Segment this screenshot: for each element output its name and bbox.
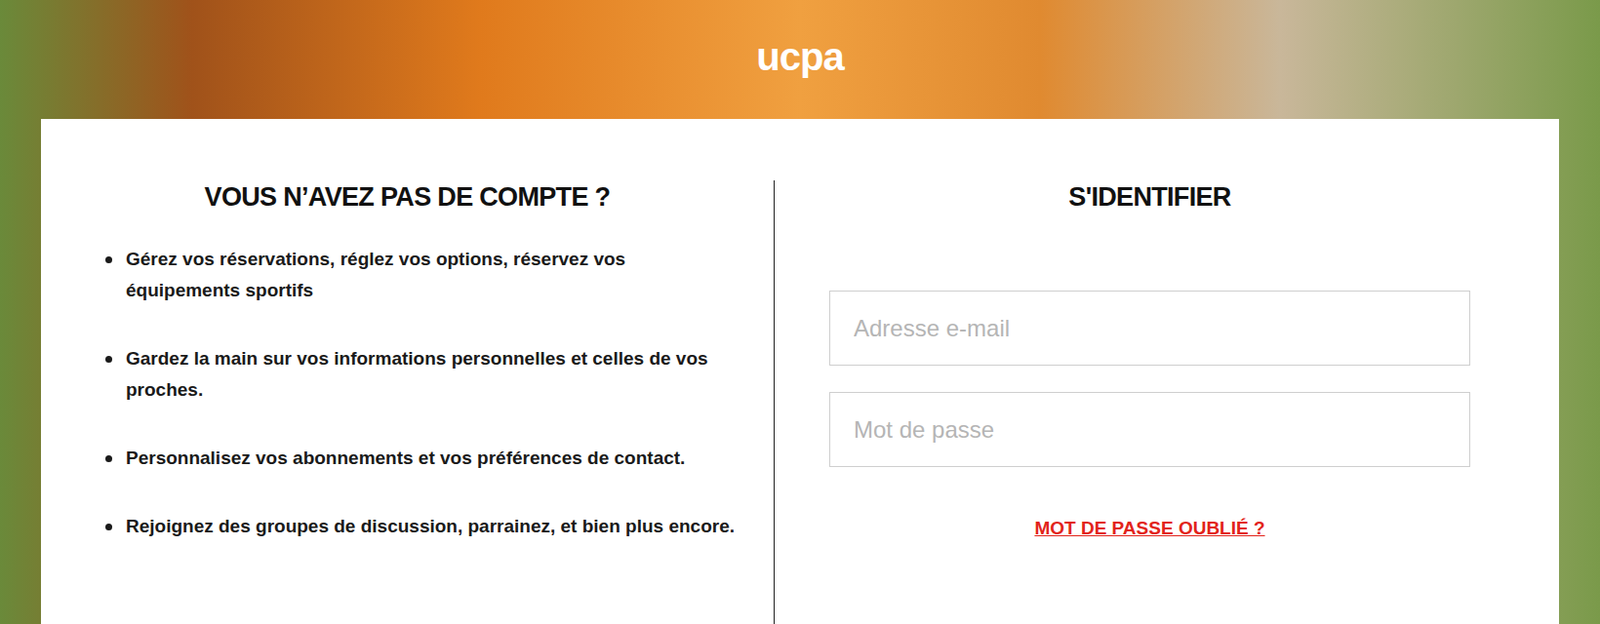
benefit-item: Personnalisez vos abonnements et vos pré… [105,442,745,475]
column-divider [773,180,775,624]
login-title: S'IDENTIFIER [829,179,1471,215]
forgot-password-link[interactable]: MOT DE PASSE OUBLIÉ ? [1034,516,1265,542]
bullet-icon [105,523,113,531]
email-input[interactable] [829,290,1471,366]
login-card: VOUS N’AVEZ PAS DE COMPTE ? Gérez vos rés… [40,119,1560,624]
benefit-item: Rejoignez des groupes de discussion, par… [105,511,745,543]
hero-banner: ucpa [0,0,1600,120]
bullet-icon [105,356,113,363]
signup-title: VOUS N’AVEZ PAS DE COMPTE ? [40,179,774,215]
login-page: ucpa VOUS N’AVEZ PAS DE COMPTE ? Gérez vos… [0,0,1600,624]
login-panel: S'IDENTIFIER MOT DE PASSE OUBLIÉ ? [773,119,1560,624]
bullet-icon [105,256,113,264]
password-input[interactable] [829,392,1471,468]
benefits-list: Gérez vos réservations, réglez vos optio… [40,243,774,543]
ucpa-logo[interactable]: ucpa [756,33,843,80]
bullet-icon [105,455,113,463]
benefit-item: Gérez vos réservations, réglez vos optio… [105,243,745,307]
benefit-item: Gardez la main sur vos informations pers… [105,343,745,406]
signup-panel: VOUS N’AVEZ PAS DE COMPTE ? Gérez vos rés… [40,119,774,624]
